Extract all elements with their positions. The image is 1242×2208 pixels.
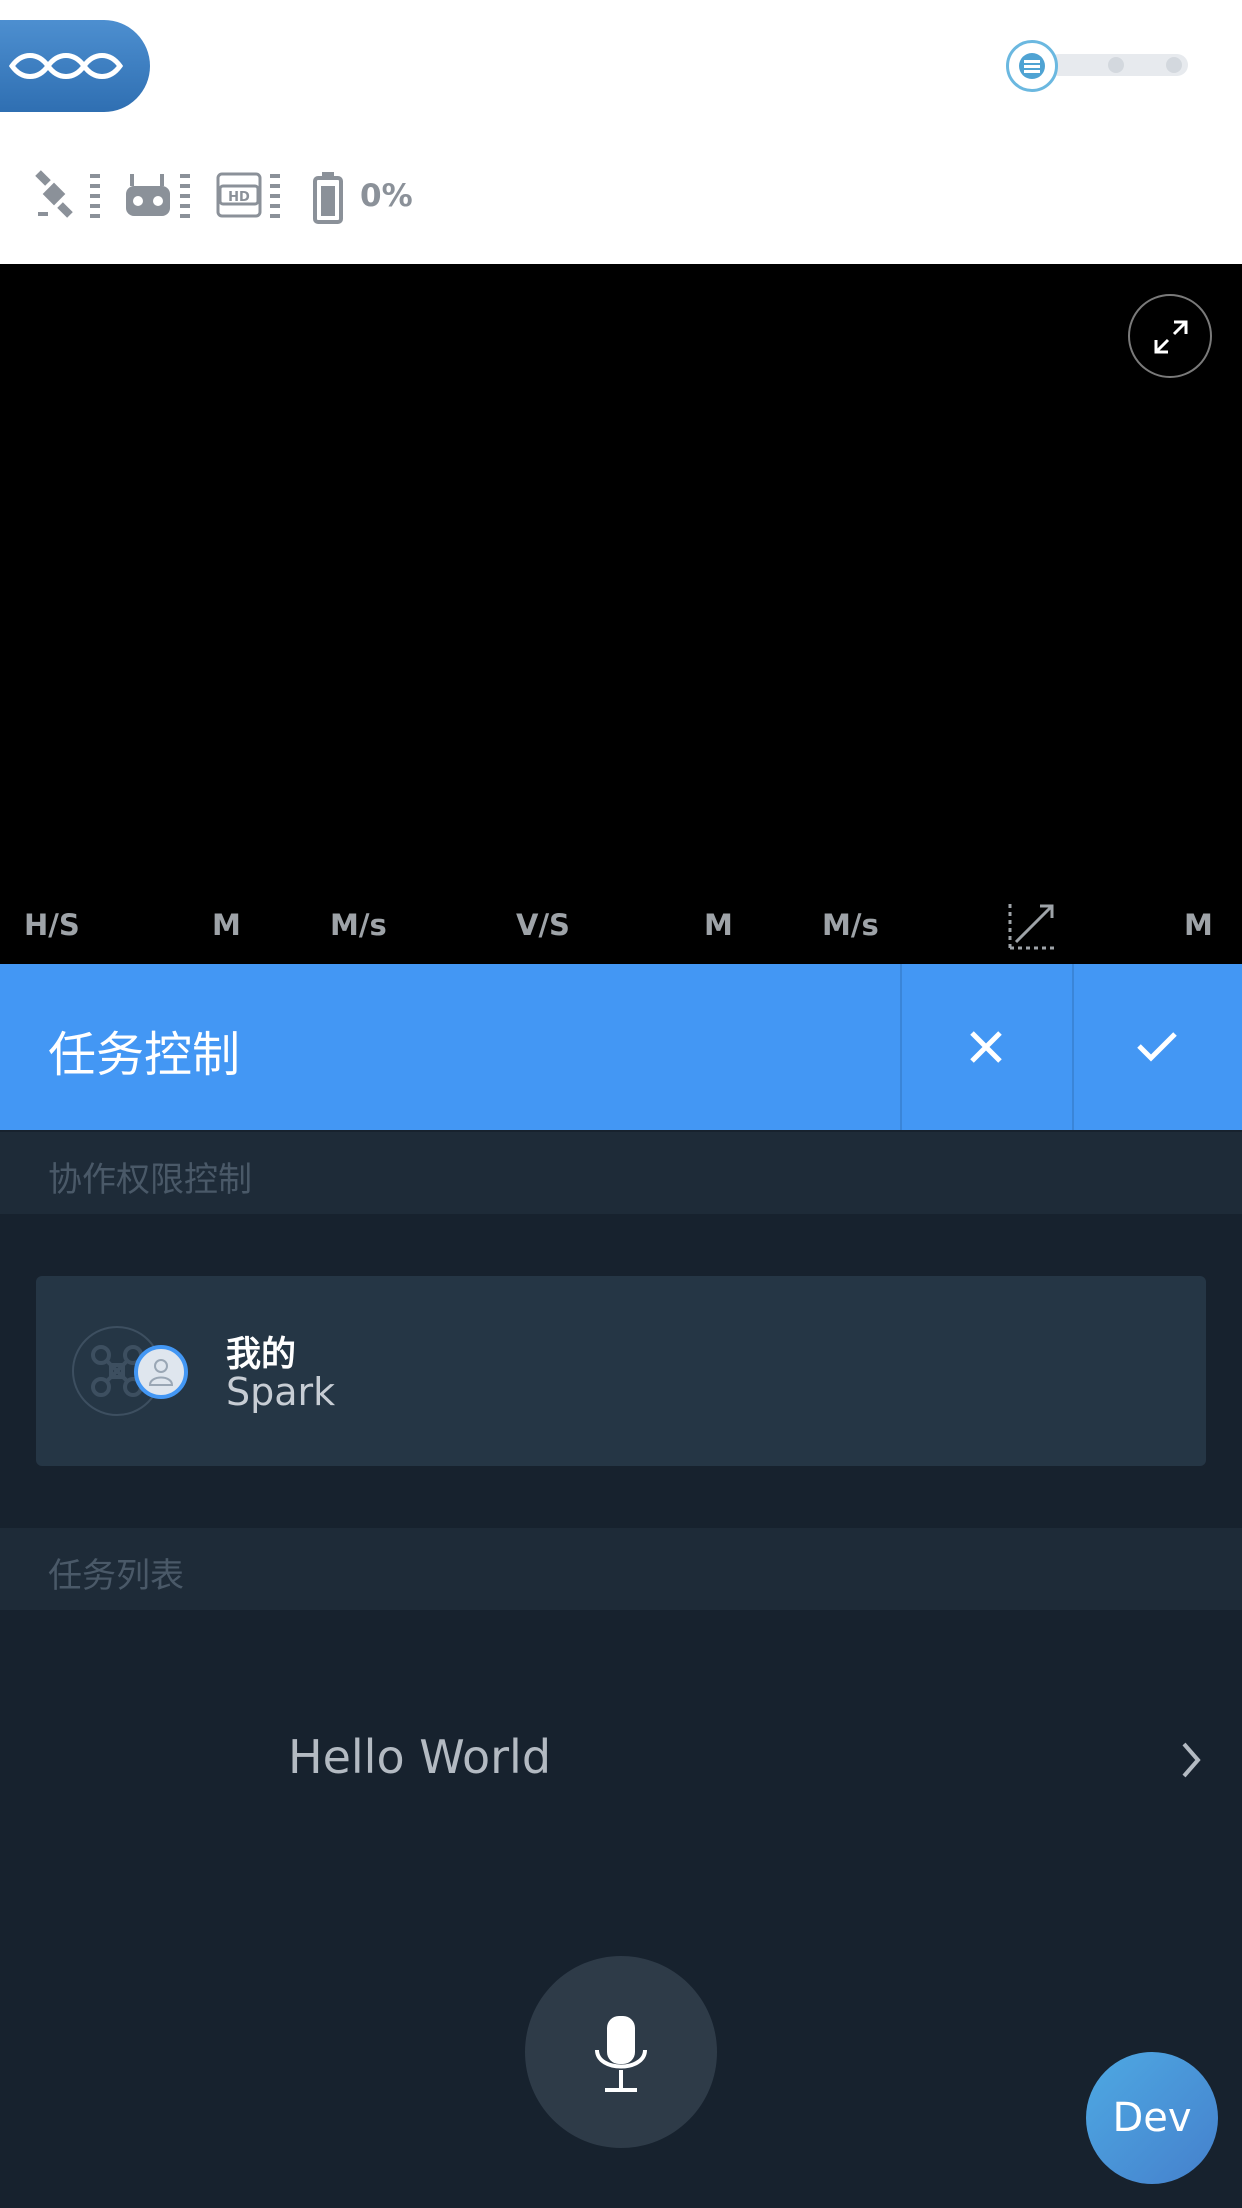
svg-text:HD: HD [228,190,250,205]
check-icon [1137,1032,1177,1062]
camera-feed[interactable] [0,264,1242,964]
task-item-label: Hello World [288,1730,552,1784]
user-icon [148,1359,174,1386]
user-avatar [134,1345,188,1399]
hs-unit-distance: M [212,908,241,942]
hs-label: H/S [24,908,80,942]
hs-unit-speed: M/s [330,908,387,942]
connection-status-toggle[interactable] [1006,40,1188,92]
distance-icon [1008,904,1054,950]
satellite-icon [35,170,100,218]
task-list-section-header [0,1528,1242,1610]
task-list-section-title: 任务列表 [48,1556,184,1596]
microphone-icon [595,2016,647,2092]
collab-section-title: 协作权限控制 [48,1160,252,1200]
confirm-button[interactable] [1074,964,1242,1130]
hd-transmission-icon: HD [216,172,280,218]
device-name: Spark [226,1370,336,1414]
chevron-right-icon [1182,1742,1201,1778]
vs-label: V/S [516,908,570,942]
voice-input-button[interactable] [525,1956,717,2148]
distance-unit: M [1184,908,1213,942]
dev-mode-button[interactable]: Dev [1086,2052,1218,2184]
status-dot [1108,57,1124,73]
vs-unit-speed: M/s [822,908,879,942]
status-dot [1166,57,1182,73]
cancel-button[interactable] [902,964,1070,1130]
device-card[interactable] [36,1276,1206,1466]
status-knob [1006,40,1058,92]
remote-controller-icon [126,174,190,218]
close-icon [970,1031,1002,1063]
app-logo-button[interactable] [0,20,150,112]
battery-icon [313,172,343,224]
list-item[interactable] [0,1680,1242,1830]
task-control-title: 任务控制 [48,1027,241,1083]
infinity-logo-icon [8,53,124,79]
expand-video-button[interactable] [1128,294,1212,378]
expand-arrows-icon [1154,320,1188,354]
list-icon [1019,53,1045,79]
battery-percent: 0% [360,178,413,214]
vs-unit-distance: M [704,908,733,942]
